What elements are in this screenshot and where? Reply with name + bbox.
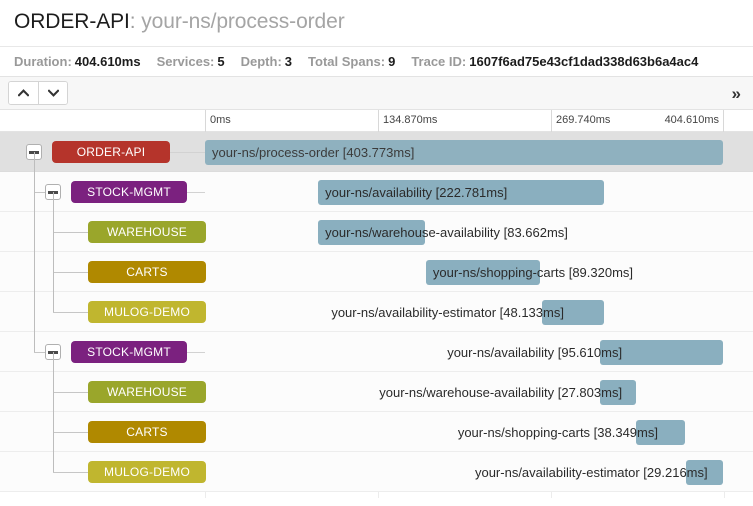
tree-connector (53, 392, 88, 393)
span-row-label-column: CARTS (0, 252, 206, 292)
summary-label: Services: (156, 54, 215, 69)
span-connector-line (187, 352, 205, 353)
summary-label: Total Spans: (308, 54, 386, 69)
timeline-tick: 269.740ms (551, 110, 610, 132)
span-row-label-column: STOCK-MGMT (0, 172, 205, 212)
service-badge[interactable]: CARTS (88, 421, 206, 443)
span-bar[interactable] (318, 180, 604, 205)
span-bar-label: your-ns/availability-estimator [29.216ms… (474, 465, 708, 480)
summary-label: Trace ID: (411, 54, 467, 69)
tree-connector (34, 352, 45, 353)
span-row[interactable]: CARTS your-ns/shopping-carts [38.349ms] (0, 412, 753, 452)
span-connector-line (170, 152, 205, 153)
service-badge[interactable]: ORDER-API (52, 141, 170, 163)
span-row[interactable]: MULOG-DEMO your-ns/availability-estimator… (0, 292, 753, 332)
span-row[interactable]: STOCK-MGMT your-ns/availability [95.610ms… (0, 332, 753, 372)
tree-trunk (34, 152, 35, 352)
chevron-down-icon (47, 89, 59, 97)
timeline-ticks: 0ms 134.870ms 269.740ms 404.610ms (0, 110, 753, 132)
span-bar[interactable] (205, 140, 723, 165)
span-bar-label: your-ns/shopping-carts [38.349ms] (457, 425, 658, 440)
span-row-label-column: MULOG-DEMO (0, 452, 206, 492)
span-row-label-column: ORDER-API (0, 132, 205, 172)
span-bar[interactable] (635, 420, 686, 445)
tree-trunk (53, 352, 54, 472)
span-bar-label: your-ns/availability [95.610ms] (447, 345, 623, 360)
trace-title-separator: : (129, 10, 136, 33)
service-badge[interactable]: WAREHOUSE (88, 221, 206, 243)
timeline-tick: 134.870ms (378, 110, 437, 132)
tree-connector (53, 432, 88, 433)
service-badge[interactable]: STOCK-MGMT (71, 181, 187, 203)
trace-title-bar: ORDER-API: your-ns/process-order (0, 0, 753, 46)
span-bar[interactable] (600, 380, 636, 405)
span-bar[interactable] (541, 300, 604, 325)
span-row[interactable]: MULOG-DEMO your-ns/availability-estimator… (0, 452, 753, 492)
span-timeline-cell: your-ns/warehouse-availability [83.662ms… (205, 212, 753, 252)
tree-connector (53, 472, 88, 473)
span-timeline-cell: your-ns/process-order [403.773ms] (205, 132, 753, 172)
tree-connector (53, 272, 88, 273)
trace-toolbar: » (0, 76, 753, 110)
span-row-label-column: CARTS (0, 412, 206, 452)
span-row-label-column: WAREHOUSE (0, 212, 206, 252)
span-bar[interactable] (425, 260, 541, 285)
summary-value: 1607f6ad75e43cf1dad338d63b6a4ac4 (469, 54, 699, 69)
summary-label: Depth: (240, 54, 282, 69)
summary-value: 9 (388, 54, 396, 69)
span-row[interactable]: ORDER-API your-ns/process-order [403.773m… (0, 132, 753, 172)
service-badge[interactable]: STOCK-MGMT (71, 341, 187, 363)
span-timeline-cell: your-ns/availability-estimator [29.216ms… (205, 452, 753, 492)
service-badge[interactable]: WAREHOUSE (88, 381, 206, 403)
span-bar[interactable] (318, 220, 426, 245)
tree-connector (34, 192, 45, 193)
trace-detail-view: ORDER-API: your-ns/process-order Duratio… (0, 0, 753, 506)
timeline-tick: 404.610ms (644, 110, 724, 132)
summary-label: Duration: (14, 54, 72, 69)
summary-value: 3 (284, 54, 293, 69)
span-navigation-group (8, 81, 68, 105)
span-row[interactable]: CARTS your-ns/shopping-carts [89.320ms] (0, 252, 753, 292)
summary-item: Depth: 3 (241, 54, 292, 69)
service-badge[interactable]: MULOG-DEMO (88, 461, 206, 483)
span-row[interactable]: WAREHOUSE your-ns/warehouse-availability … (0, 212, 753, 252)
summary-value: 5 (217, 54, 225, 69)
span-bar[interactable] (685, 460, 724, 485)
span-timeline-cell: your-ns/availability [95.610ms] (205, 332, 753, 372)
service-badge[interactable]: CARTS (88, 261, 206, 283)
timeline-tick: 0ms (205, 110, 231, 132)
span-bar[interactable] (600, 340, 723, 365)
span-bar-label: your-ns/availability-estimator [48.133ms… (331, 305, 564, 320)
page-title: ORDER-API: your-ns/process-order (14, 10, 739, 34)
span-row[interactable]: STOCK-MGMT your-ns/availability [222.781m… (0, 172, 753, 212)
summary-item: Total Spans: 9 (308, 54, 395, 69)
span-connector-line (187, 192, 205, 193)
next-span-button[interactable] (38, 82, 67, 104)
tree-connector (53, 232, 88, 233)
span-timeline-cell: your-ns/shopping-carts [89.320ms] (205, 252, 753, 292)
tree-trunk (53, 192, 54, 312)
summary-item: Trace ID: 1607f6ad75e43cf1dad338d63b6a4ac… (411, 54, 698, 69)
summary-item: Services: 5 (157, 54, 225, 69)
span-bar-label: your-ns/warehouse-availability [27.803ms… (379, 385, 623, 400)
span-row[interactable]: WAREHOUSE your-ns/warehouse-availability … (0, 372, 753, 412)
service-badge[interactable]: MULOG-DEMO (88, 301, 206, 323)
chevron-up-icon (18, 89, 29, 97)
span-row-label-column: WAREHOUSE (0, 372, 206, 412)
trace-summary-bar: Duration: 404.610ms Services: 5 Depth: 3 Total… (0, 46, 753, 76)
span-row-label-column: STOCK-MGMT (0, 332, 205, 372)
trace-title-service: ORDER-API (14, 10, 130, 33)
expand-all-button[interactable]: » (726, 85, 745, 102)
trace-title-operation: your-ns/process-order (141, 10, 345, 33)
summary-item: Duration: 404.610ms (14, 54, 141, 69)
span-row-label-column: MULOG-DEMO (0, 292, 206, 332)
span-rows: ORDER-API your-ns/process-order [403.773m… (0, 132, 753, 498)
span-timeline-cell: your-ns/availability-estimator [48.133ms… (205, 292, 753, 332)
summary-value: 404.610ms (74, 54, 141, 69)
span-timeline-cell: your-ns/shopping-carts [38.349ms] (205, 412, 753, 452)
prev-span-button[interactable] (9, 82, 38, 104)
span-timeline-cell: your-ns/availability [222.781ms] (205, 172, 753, 212)
span-timeline-cell: your-ns/warehouse-availability [27.803ms… (205, 372, 753, 412)
tree-connector (53, 312, 88, 313)
